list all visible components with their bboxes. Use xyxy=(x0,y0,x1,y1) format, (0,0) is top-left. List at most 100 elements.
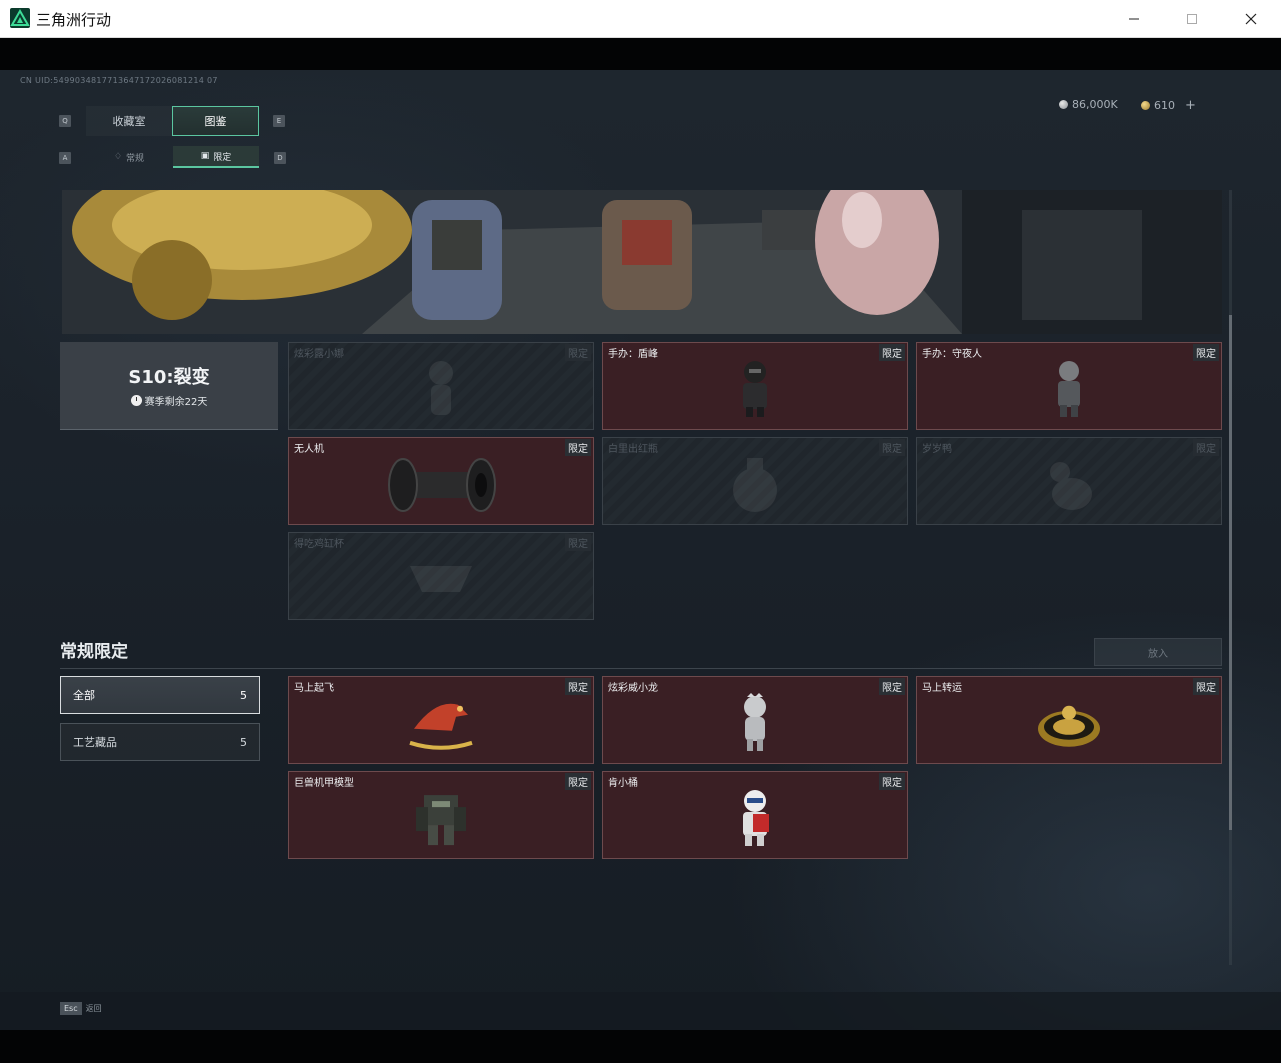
collectible-card[interactable]: 岁岁鸭 限定 xyxy=(916,437,1222,525)
tab-collection-room[interactable]: 收藏室 xyxy=(86,106,172,136)
app-logo-icon xyxy=(10,8,30,28)
cup-silhouette-icon xyxy=(410,566,472,592)
filter-craft-count: 5 xyxy=(240,735,247,749)
limited-badge: 限定 xyxy=(565,439,591,456)
collectible-card[interactable]: 炫彩露小娜 限定 xyxy=(288,342,594,430)
bucket-figure-icon xyxy=(743,790,769,846)
figure-silhouette-icon xyxy=(429,361,453,415)
gold-currency[interactable]: 610 + xyxy=(1141,98,1196,113)
subtab-limited[interactable]: ▣ 限定 xyxy=(173,146,259,168)
collectible-name: 无人机 xyxy=(294,444,324,455)
bottom-bar xyxy=(0,992,1281,1030)
collectible-card[interactable]: 炫彩威小龙 限定 xyxy=(602,676,908,764)
silver-amount: 86,000K xyxy=(1072,98,1118,111)
collectible-card[interactable]: 肯小桶 限定 xyxy=(602,771,908,859)
filter-craft[interactable]: 工艺藏品 5 xyxy=(60,723,260,761)
mech-model-icon xyxy=(416,795,466,846)
subtab-regular-label: 常规 xyxy=(126,153,145,164)
close-button[interactable] xyxy=(1222,0,1280,38)
image-icon: ▣ xyxy=(200,151,210,161)
key-hint-d: D xyxy=(274,152,286,164)
rocking-horse-icon xyxy=(409,703,473,750)
season-banner-image xyxy=(62,190,1222,334)
season-remaining: 赛季剩余22天 xyxy=(130,393,208,408)
collectible-card[interactable]: 手办：盾峰 限定 xyxy=(602,342,908,430)
key-hint-e: E xyxy=(273,115,285,127)
back-label: 返回 xyxy=(85,1004,102,1013)
drone-roller-icon xyxy=(388,458,496,512)
season-title: S10:裂变 xyxy=(128,367,210,388)
silver-coin-icon xyxy=(1059,100,1068,109)
limited-badge: 限定 xyxy=(565,773,591,790)
collectible-card[interactable]: 无人机 限定 xyxy=(288,437,594,525)
collectible-name: 肯小桶 xyxy=(608,778,638,789)
window-title: 三角洲行动 xyxy=(36,11,112,29)
limited-badge: 限定 xyxy=(1193,439,1219,456)
collectible-name: 得吃鸡缸杯 xyxy=(294,539,344,550)
collectible-card[interactable]: 巨兽机甲模型 限定 xyxy=(288,771,594,859)
filter-all-label: 全部 xyxy=(73,689,95,702)
game-viewport: CN UID:5499034817713647172026081214 07 8… xyxy=(0,70,1281,1030)
section-title: 常规限定 xyxy=(60,642,128,662)
collectible-card[interactable]: 得吃鸡缸杯 限定 xyxy=(288,532,594,620)
flame-icon: ♢ xyxy=(113,152,123,162)
filter-craft-label: 工艺藏品 xyxy=(73,736,117,749)
maximize-icon xyxy=(1187,14,1197,24)
shield-figure-icon xyxy=(743,361,767,417)
clock-icon xyxy=(130,395,142,406)
window-titlebar: 三角洲行动 xyxy=(0,0,1281,38)
season-remaining-text: 赛季剩余22天 xyxy=(144,397,208,408)
collectible-name: 马上起飞 xyxy=(294,683,334,694)
limited-badge: 限定 xyxy=(565,678,591,695)
limited-badge: 限定 xyxy=(565,534,591,551)
section-divider xyxy=(60,668,1222,669)
collectible-card[interactable]: 手办：守夜人 限定 xyxy=(916,342,1222,430)
maximize-button[interactable] xyxy=(1163,0,1221,38)
close-icon xyxy=(1245,13,1257,25)
subtab-limited-label: 限定 xyxy=(213,152,232,163)
collectible-name: 马上转运 xyxy=(922,683,962,694)
filter-all[interactable]: 全部 5 xyxy=(60,676,260,714)
tab-catalog[interactable]: 图鉴 xyxy=(172,106,259,136)
user-uid: CN UID:5499034817713647172026081214 07 xyxy=(20,76,218,85)
back-button[interactable]: Esc 返回 xyxy=(60,1002,102,1015)
fortune-wheel-icon xyxy=(1038,705,1100,747)
collectible-card[interactable]: 马上转运 限定 xyxy=(916,676,1222,764)
key-hint-a: A xyxy=(59,152,71,164)
filter-all-count: 5 xyxy=(240,688,247,702)
collectible-card[interactable]: 白里出红瓶 限定 xyxy=(602,437,908,525)
night-watch-figure-icon xyxy=(1058,361,1080,417)
season-info-card: S10:裂变 赛季剩余22天 xyxy=(60,342,278,430)
limited-badge: 限定 xyxy=(565,344,591,361)
collectible-name: 炫彩露小娜 xyxy=(294,349,344,360)
silver-currency: 86,000K xyxy=(1059,98,1118,111)
minimize-button[interactable] xyxy=(1105,0,1163,38)
collectible-name: 炫彩威小龙 xyxy=(608,683,658,694)
collectible-name: 岁岁鸭 xyxy=(922,444,952,455)
limited-badge: 限定 xyxy=(879,773,905,790)
collectible-name: 白里出红瓶 xyxy=(608,444,658,455)
gold-coin-icon xyxy=(1141,101,1150,110)
batch-place-button[interactable]: 放入 xyxy=(1094,638,1222,666)
collectible-card[interactable]: 马上起飞 限定 xyxy=(288,676,594,764)
minimize-icon xyxy=(1129,18,1139,20)
collectible-name: 手办：守夜人 xyxy=(922,349,982,360)
collectible-name: 手办：盾峰 xyxy=(608,349,658,360)
subtab-regular[interactable]: ♢ 常规 xyxy=(86,146,172,168)
limited-badge: 限定 xyxy=(879,344,905,361)
gold-amount: 610 xyxy=(1154,99,1175,112)
bottom-letterbox xyxy=(0,1030,1281,1063)
esc-key-hint: Esc xyxy=(60,1002,82,1015)
limited-badge: 限定 xyxy=(1193,678,1219,695)
scrollbar-thumb[interactable] xyxy=(1229,315,1232,830)
limited-badge: 限定 xyxy=(879,678,905,695)
key-hint-q: Q xyxy=(59,115,71,127)
collectible-name: 巨兽机甲模型 xyxy=(294,778,354,789)
duck-silhouette-icon xyxy=(1050,462,1092,510)
dragon-figure-icon xyxy=(744,693,766,751)
limited-badge: 限定 xyxy=(1193,344,1219,361)
top-letterbox xyxy=(0,38,1281,70)
add-currency-button[interactable]: + xyxy=(1185,98,1196,113)
vase-silhouette-icon xyxy=(733,458,777,512)
limited-badge: 限定 xyxy=(879,439,905,456)
